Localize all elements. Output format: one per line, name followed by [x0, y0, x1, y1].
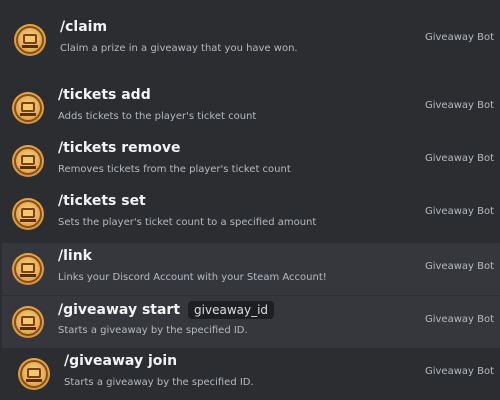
command-item-tickets-set[interactable]: /tickets set Sets the player's ticket co… — [2, 188, 500, 240]
command-app-name: Giveaway Bot — [424, 261, 494, 272]
command-app-name: Giveaway Bot — [424, 32, 494, 43]
command-description: Starts a giveaway by the specified ID. — [58, 325, 248, 336]
command-app-name: Giveaway Bot — [424, 206, 494, 217]
command-app-name: Giveaway Bot — [424, 100, 494, 111]
command-description: Starts a giveaway by the specified ID. — [64, 377, 254, 388]
command-name: /claim — [60, 19, 108, 35]
command-item-tickets-remove[interactable]: /tickets remove Removes tickets from the… — [2, 135, 500, 187]
command-description: Removes tickets from the player's ticket… — [58, 164, 291, 175]
command-name: /giveaway start — [58, 302, 181, 318]
command-item-tickets-add[interactable]: /tickets add Adds tickets to the player'… — [2, 82, 500, 134]
command-name: /tickets set — [58, 193, 146, 209]
command-item-claim[interactable]: /claim Claim a prize in a giveaway that … — [4, 14, 500, 66]
command-description: Claim a prize in a giveaway that you hav… — [60, 43, 298, 54]
giveaway-bot-avatar-icon — [12, 306, 44, 338]
command-description: Links your Discord Account with your Ste… — [58, 272, 327, 283]
command-app-name: Giveaway Bot — [424, 314, 494, 325]
command-name: /link — [58, 248, 92, 264]
command-description: Adds tickets to the player's ticket coun… — [58, 111, 257, 122]
giveaway-bot-avatar-icon — [12, 198, 44, 230]
giveaway-bot-avatar-icon — [12, 92, 44, 124]
command-item-link[interactable]: /link Links your Discord Account with yo… — [2, 243, 500, 295]
giveaway-bot-avatar-icon — [14, 24, 46, 56]
giveaway-bot-avatar-icon — [18, 358, 50, 390]
giveaway-bot-avatar-icon — [12, 253, 44, 285]
command-item-giveaway-start[interactable]: /giveaway start giveaway_id Starts a giv… — [2, 296, 500, 348]
command-item-giveaway-join[interactable]: /giveaway join Starts a giveaway by the … — [8, 348, 500, 400]
command-app-name: Giveaway Bot — [424, 153, 494, 164]
command-parameter-chip[interactable]: giveaway_id — [188, 301, 275, 319]
command-name: /tickets remove — [58, 140, 181, 156]
giveaway-bot-avatar-icon — [12, 145, 44, 177]
command-name: /giveaway join — [64, 353, 178, 369]
command-app-name: Giveaway Bot — [424, 366, 494, 377]
command-description: Sets the player's ticket count to a spec… — [58, 217, 317, 228]
command-name: /tickets add — [58, 87, 151, 103]
